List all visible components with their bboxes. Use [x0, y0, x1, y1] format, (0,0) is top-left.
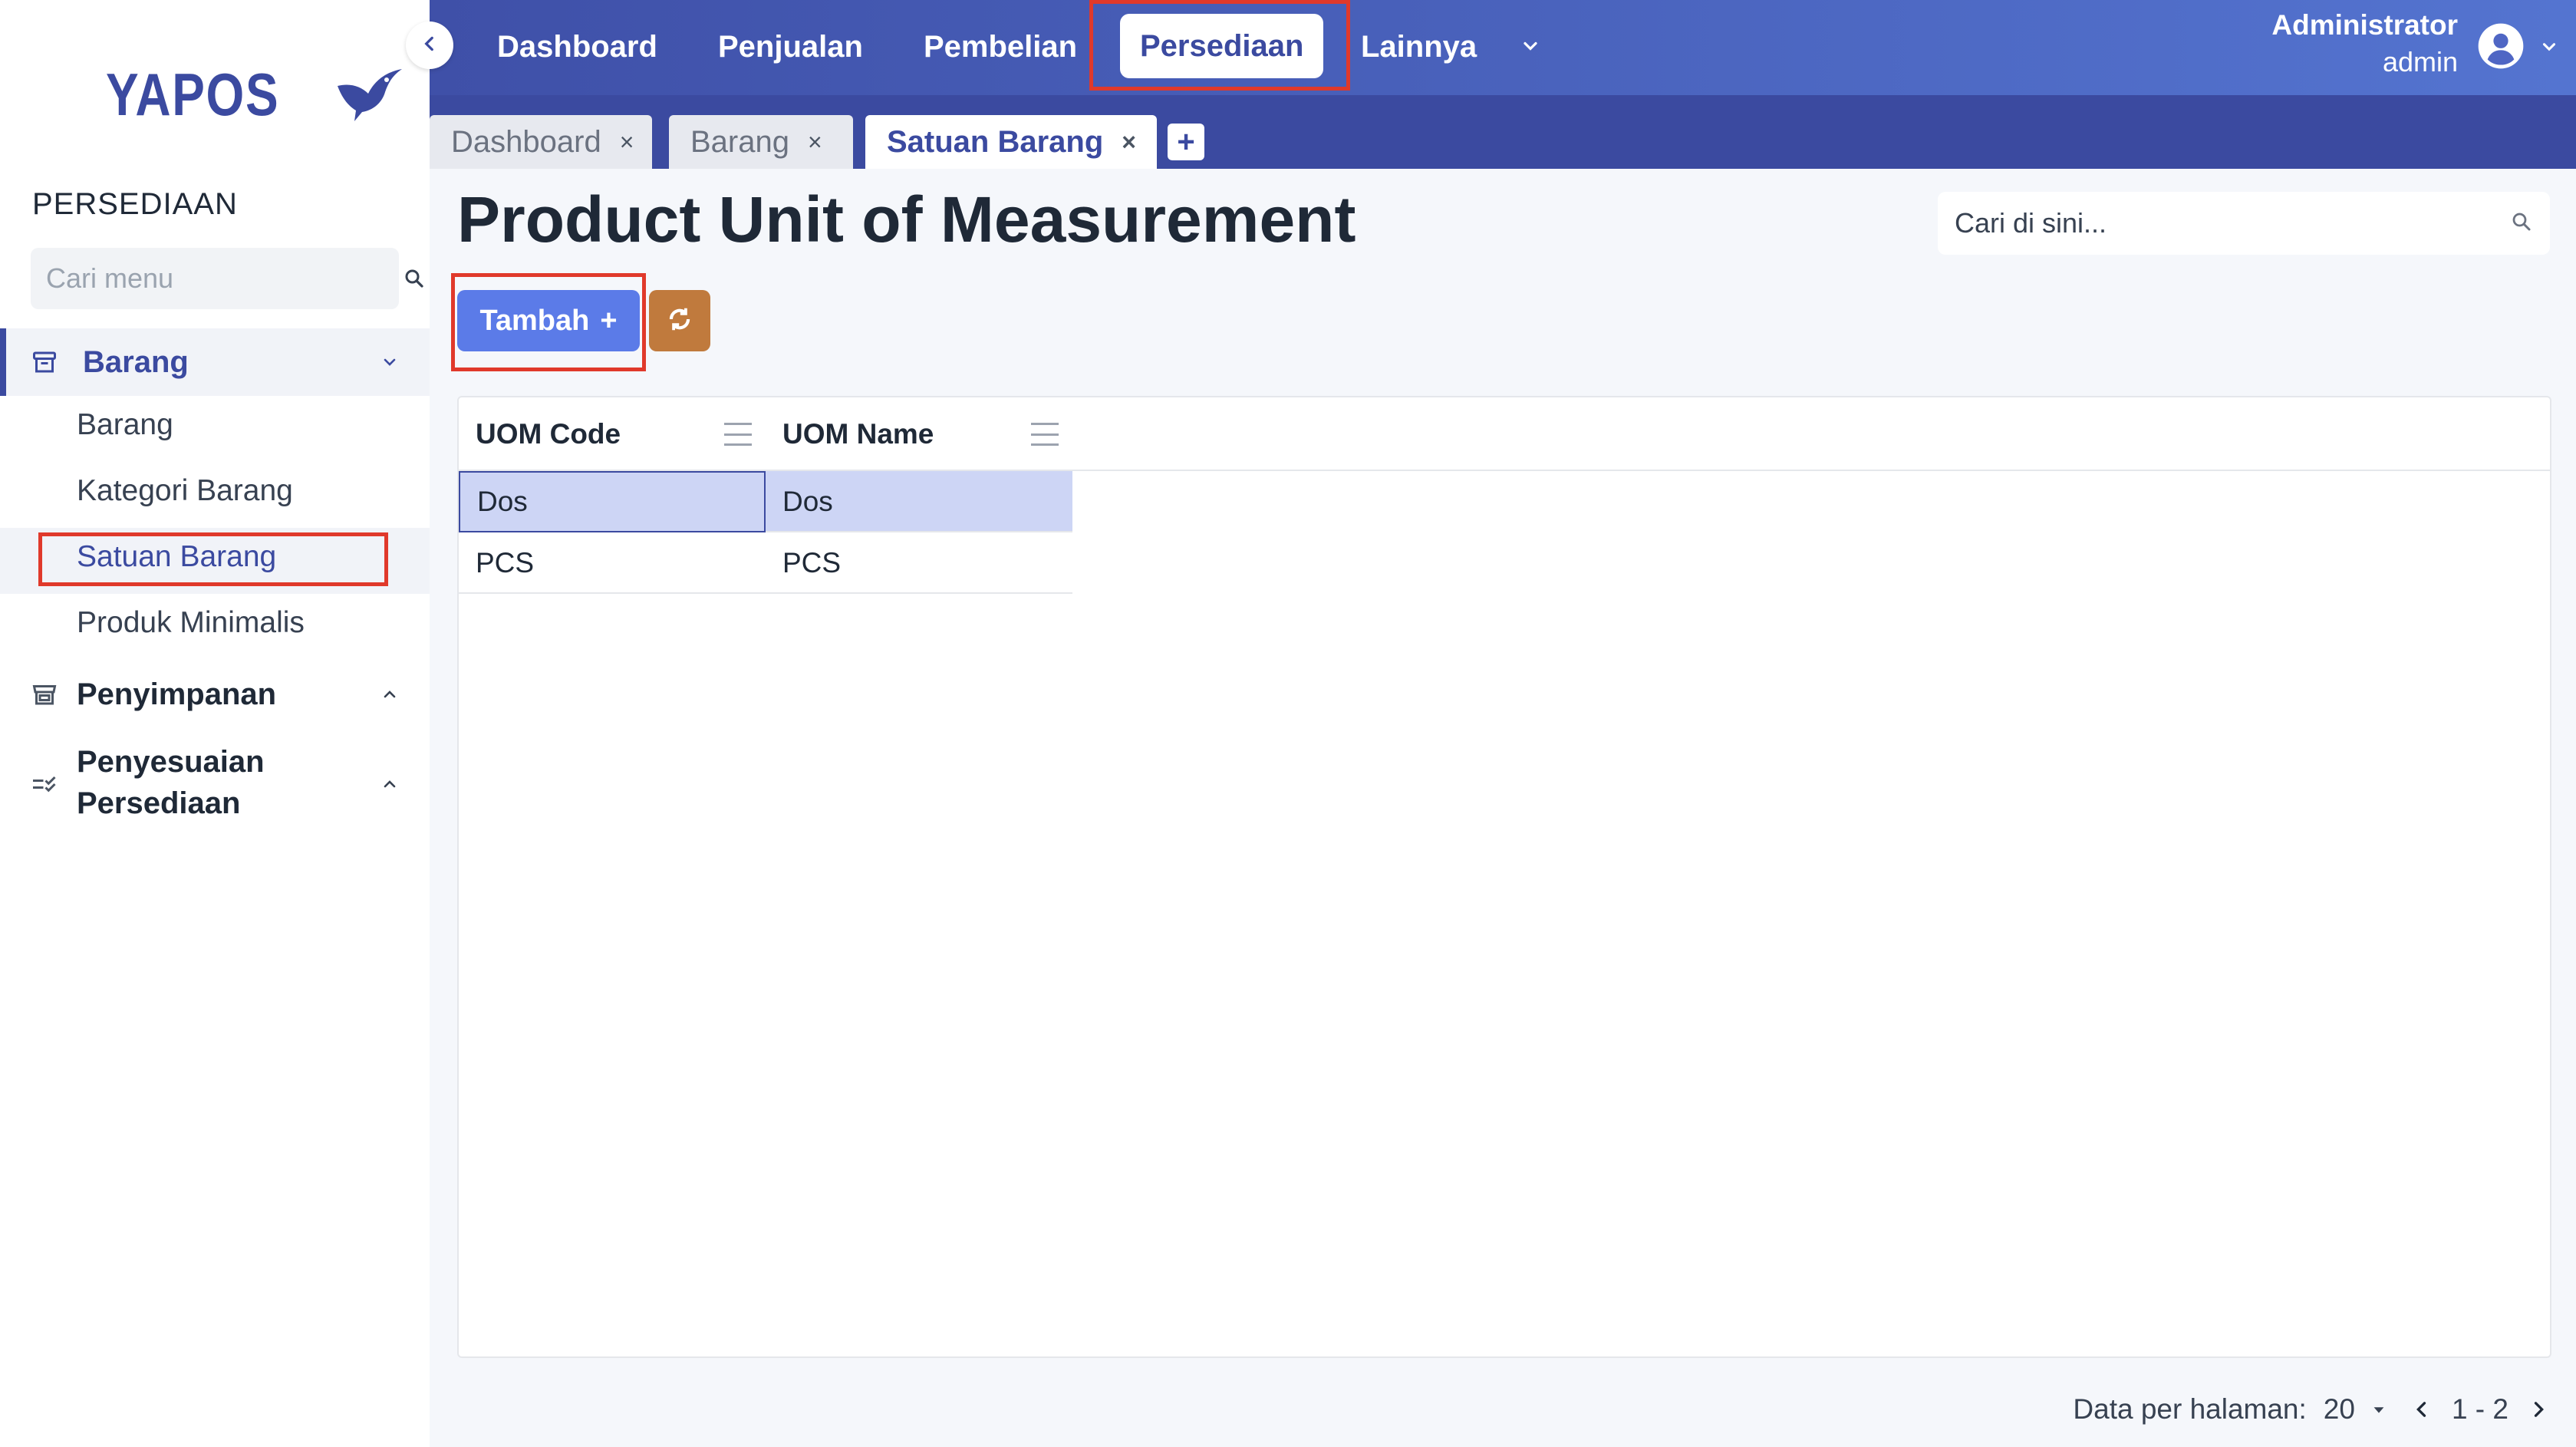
- column-menu-icon[interactable]: [724, 423, 752, 446]
- search-icon[interactable]: [403, 263, 426, 294]
- user-name: Administrator: [2271, 9, 2458, 41]
- chevron-right-icon[interactable]: [2525, 1396, 2551, 1422]
- column-header-uom-code[interactable]: UOM Code: [459, 397, 766, 471]
- cell-uom-code[interactable]: Dos: [459, 471, 766, 532]
- column-header-uom-name[interactable]: UOM Name: [766, 397, 1072, 471]
- topnav-persediaan[interactable]: Persediaan: [1120, 14, 1324, 78]
- sidebar-group-label-line2: Persediaan: [77, 786, 241, 820]
- cell-uom-code[interactable]: PCS: [459, 532, 766, 594]
- table-header: UOM Code UOM Name: [459, 397, 2550, 471]
- sidebar-group-penyimpanan[interactable]: Penyimpanan: [0, 667, 430, 721]
- tab-strip: Dashboard × Barang × Satuan Barang ×: [430, 95, 2576, 169]
- tab-barang[interactable]: Barang ×: [669, 115, 853, 169]
- tab-satuan-barang[interactable]: Satuan Barang ×: [865, 115, 1157, 169]
- storefront-icon: [29, 679, 60, 710]
- close-icon[interactable]: ×: [1122, 128, 1136, 157]
- chevron-left-icon[interactable]: [2409, 1396, 2435, 1422]
- sidebar-group-label: Barang: [83, 345, 189, 379]
- cell-uom-name[interactable]: Dos: [766, 471, 1072, 532]
- tab-dashboard[interactable]: Dashboard ×: [430, 115, 652, 169]
- sidebar-item-kategori-barang[interactable]: Kategori Barang: [77, 474, 293, 508]
- chevron-left-icon: [420, 34, 440, 58]
- menu-search[interactable]: [31, 248, 423, 309]
- add-button[interactable]: Tambah +: [457, 290, 640, 351]
- user-avatar-icon[interactable]: [2476, 21, 2525, 71]
- cell-uom-name[interactable]: PCS: [766, 532, 1072, 594]
- column-header-label: UOM Name: [782, 418, 934, 450]
- logo-text: YAPOS: [106, 61, 280, 128]
- data-table: UOM Code UOM Name Dos Dos PCS PCS: [457, 396, 2551, 1358]
- column-menu-icon[interactable]: [1031, 423, 1059, 446]
- menu-search-input[interactable]: [46, 262, 403, 295]
- table-row[interactable]: PCS PCS: [459, 532, 1072, 594]
- per-page-label: Data per halaman:: [2073, 1393, 2307, 1425]
- archive-box-icon: [29, 347, 60, 377]
- sidebar-section-title: PERSEDIAAN: [32, 187, 238, 221]
- topnav-lainnya[interactable]: Lainnya: [1361, 23, 1477, 71]
- sidebar-item-produk-minimalis[interactable]: Produk Minimalis: [77, 606, 305, 640]
- collapse-sidebar-button[interactable]: [406, 21, 453, 69]
- search-input[interactable]: [1955, 207, 2510, 239]
- chevron-down-icon[interactable]: [1515, 31, 1546, 61]
- user-role: admin: [2382, 46, 2458, 77]
- tab-label: Dashboard: [451, 124, 601, 159]
- per-page-value: 20: [2323, 1393, 2355, 1425]
- sidebar-item-barang[interactable]: Barang: [77, 408, 173, 442]
- topnav-dashboard[interactable]: Dashboard: [497, 23, 657, 71]
- checklist-icon: [29, 769, 60, 799]
- topnav-pembelian[interactable]: Pembelian: [924, 23, 1077, 71]
- tab-label: Satuan Barang: [887, 124, 1104, 159]
- per-page-select[interactable]: 20: [2324, 1393, 2392, 1426]
- topnav-penjualan[interactable]: Penjualan: [718, 23, 863, 71]
- add-tab-button[interactable]: +: [1168, 124, 1204, 160]
- add-button-label: Tambah: [479, 304, 590, 337]
- sidebar-group-label-line1: Penyesuaian: [77, 745, 265, 779]
- refresh-icon: [665, 305, 694, 338]
- sidebar: YAPOS PERSEDIAAN Barang Barang Kategori …: [0, 0, 430, 1447]
- page-range: 1 - 2: [2451, 1393, 2508, 1425]
- page-title: Product Unit of Measurement: [457, 183, 1356, 255]
- caret-down-icon: [2366, 1396, 2392, 1422]
- pagination: Data per halaman: 20 1 - 2: [2073, 1390, 2551, 1429]
- sidebar-item-satuan-barang[interactable]: Satuan Barang: [77, 540, 276, 574]
- search-icon[interactable]: [2510, 210, 2533, 237]
- app-logo[interactable]: YAPOS: [106, 60, 405, 130]
- chevron-down-icon: [376, 348, 404, 376]
- chevron-up-icon: [376, 770, 404, 798]
- sidebar-group-penyesuaian-persediaan[interactable]: Penyesuaian Persediaan: [0, 738, 430, 830]
- column-header-label: UOM Code: [476, 418, 621, 450]
- table-row[interactable]: Dos Dos: [459, 471, 1072, 532]
- plus-icon: +: [600, 304, 618, 337]
- chevron-up-icon: [376, 681, 404, 708]
- sidebar-group-barang[interactable]: Barang: [0, 328, 430, 396]
- search-box[interactable]: [1938, 192, 2550, 255]
- chevron-down-icon[interactable]: [2536, 34, 2562, 60]
- bird-logo-icon: [334, 63, 405, 127]
- sidebar-group-label: Penyimpanan: [77, 677, 277, 711]
- close-icon[interactable]: ×: [808, 128, 822, 157]
- tab-label: Barang: [690, 124, 789, 159]
- top-navigation-bar: Dashboard Penjualan Pembelian Persediaan…: [430, 0, 2576, 95]
- refresh-button[interactable]: [649, 290, 710, 351]
- close-icon[interactable]: ×: [620, 128, 634, 157]
